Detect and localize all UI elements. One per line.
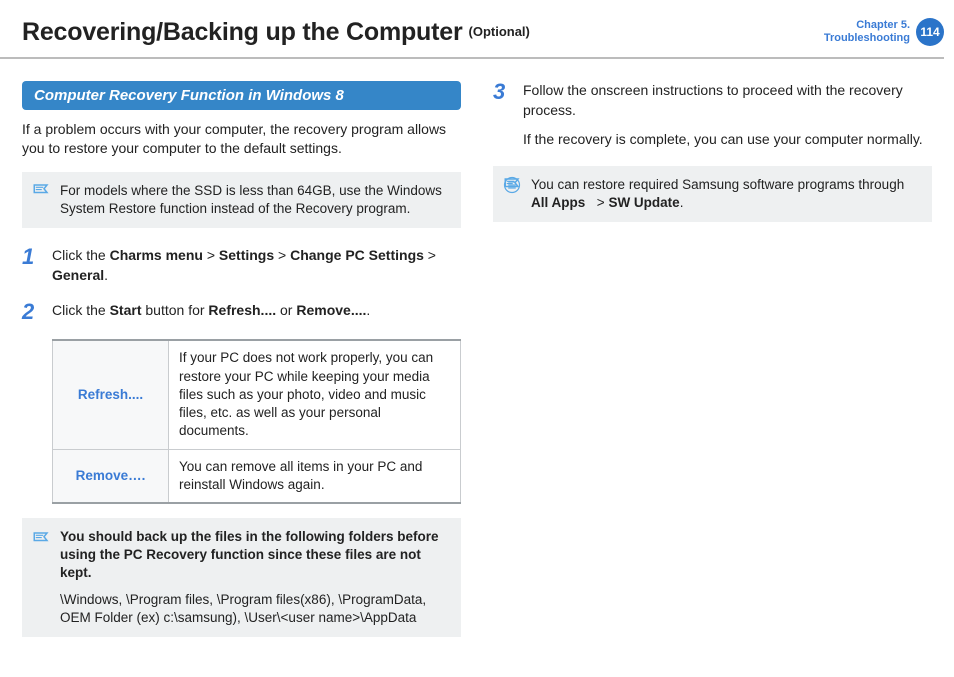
sw-note-gt: > bbox=[597, 195, 609, 210]
section-intro: If a problem occurs with your computer, … bbox=[22, 120, 461, 158]
step-3-body: Follow the onscreen instructions to proc… bbox=[523, 81, 932, 150]
content-columns: Computer Recovery Function in Windows 8 … bbox=[0, 59, 954, 637]
page-number: 114 bbox=[920, 25, 939, 39]
step-1-number: 1 bbox=[22, 246, 40, 285]
note-icon bbox=[32, 182, 50, 200]
right-column: 3 Follow the onscreen instructions to pr… bbox=[493, 81, 932, 637]
step-1: 1 Click the Charms menu > Settings > Cha… bbox=[22, 246, 461, 285]
step-1-charms: Charms menu bbox=[110, 247, 203, 263]
table-row: Remove…. You can remove all items in you… bbox=[53, 449, 461, 503]
backup-note-bold: You should back up the files in the foll… bbox=[60, 529, 439, 580]
ssd-note-text: For models where the SSD is less than 64… bbox=[60, 183, 442, 216]
step-3-number: 3 bbox=[493, 81, 511, 150]
step-1-gt1: > bbox=[203, 247, 219, 263]
page-header: Recovering/Backing up the Computer (Opti… bbox=[0, 0, 944, 59]
step-2-pre: Click the bbox=[52, 302, 110, 318]
step-2-remove: Remove.... bbox=[296, 302, 366, 318]
chapter-label: Chapter 5. Troubleshooting bbox=[824, 19, 910, 44]
options-table: Refresh.... If your PC does not work pro… bbox=[52, 339, 461, 504]
step-2: 2 Click the Start button for Refresh....… bbox=[22, 301, 461, 323]
step-2-number: 2 bbox=[22, 301, 40, 323]
chapter-line2: Troubleshooting bbox=[824, 32, 910, 45]
ssd-note: For models where the SSD is less than 64… bbox=[22, 172, 461, 228]
header-right: Chapter 5. Troubleshooting 114 bbox=[824, 18, 944, 46]
refresh-desc: If your PC does not work properly, you c… bbox=[169, 340, 461, 449]
page-title: Recovering/Backing up the Computer bbox=[22, 18, 463, 47]
step-2-refresh: Refresh.... bbox=[208, 302, 276, 318]
remove-desc: You can remove all items in your PC and … bbox=[169, 449, 461, 503]
page-title-optional: (Optional) bbox=[469, 24, 530, 39]
remove-key: Remove…. bbox=[53, 449, 169, 503]
sw-note-swupdate: SW Update bbox=[608, 195, 679, 210]
step-1-pre: Click the bbox=[52, 247, 110, 263]
step-2-body: Click the Start button for Refresh.... o… bbox=[52, 301, 461, 323]
step-1-general: General bbox=[52, 267, 104, 283]
section-heading: Computer Recovery Function in Windows 8 bbox=[22, 81, 461, 110]
step-3: 3 Follow the onscreen instructions to pr… bbox=[493, 81, 932, 150]
step-1-gt2: > bbox=[274, 247, 290, 263]
step-3-line2: If the recovery is complete, you can use… bbox=[523, 130, 932, 150]
step-3-line1: Follow the onscreen instructions to proc… bbox=[523, 81, 932, 120]
sw-note-post: . bbox=[680, 195, 684, 210]
step-2-post: . bbox=[366, 302, 370, 318]
step-1-gt3: > bbox=[424, 247, 436, 263]
step-1-change-pc: Change PC Settings bbox=[290, 247, 424, 263]
step-2-start: Start bbox=[110, 302, 142, 318]
sw-update-note: You can restore required Samsung softwar… bbox=[493, 166, 932, 222]
sw-note-allapps: All Apps bbox=[531, 195, 585, 210]
backup-note: You should back up the files in the foll… bbox=[22, 518, 461, 637]
left-column: Computer Recovery Function in Windows 8 … bbox=[22, 81, 461, 637]
step-2-mid2: or bbox=[276, 302, 296, 318]
refresh-key: Refresh.... bbox=[53, 340, 169, 449]
table-row: Refresh.... If your PC does not work pro… bbox=[53, 340, 461, 449]
step-1-settings: Settings bbox=[219, 247, 274, 263]
step-1-post: . bbox=[104, 267, 108, 283]
step-2-mid1: button for bbox=[141, 302, 208, 318]
step-1-body: Click the Charms menu > Settings > Chang… bbox=[52, 246, 461, 285]
sw-note-pre: You can restore required Samsung softwar… bbox=[531, 177, 904, 192]
chapter-line1: Chapter 5. bbox=[824, 19, 910, 32]
page-number-badge: 114 bbox=[916, 18, 944, 46]
note-icon bbox=[32, 530, 50, 548]
backup-note-paths: \Windows, \Program files, \Program files… bbox=[60, 591, 449, 627]
